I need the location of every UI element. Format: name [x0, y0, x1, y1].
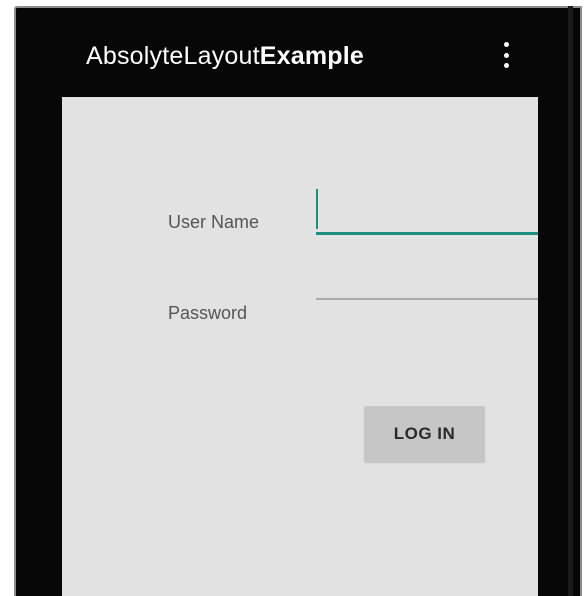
overflow-dot — [503, 42, 509, 47]
content-area — [62, 97, 538, 596]
app-bar-title: AbsolyteLayoutExample — [86, 41, 364, 71]
username-input[interactable] — [316, 192, 538, 235]
overflow-dot — [503, 52, 509, 58]
overflow-dot — [503, 63, 509, 68]
text-cursor — [316, 189, 318, 229]
phone-edge — [568, 6, 573, 596]
app-title-regular: AbsolyteLayout — [86, 42, 260, 70]
app-title-bold: Example — [259, 42, 364, 70]
password-label: Password — [168, 303, 248, 323]
clipped-heading — [14, 0, 20, 5]
username-label: User Name — [168, 212, 260, 232]
screenshot-page: AbsolyteLayoutExample User Name Password… — [0, 0, 586, 596]
more-vert-icon[interactable] — [497, 42, 515, 68]
login-button[interactable]: LOG IN — [364, 406, 485, 462]
password-input[interactable] — [316, 258, 538, 300]
